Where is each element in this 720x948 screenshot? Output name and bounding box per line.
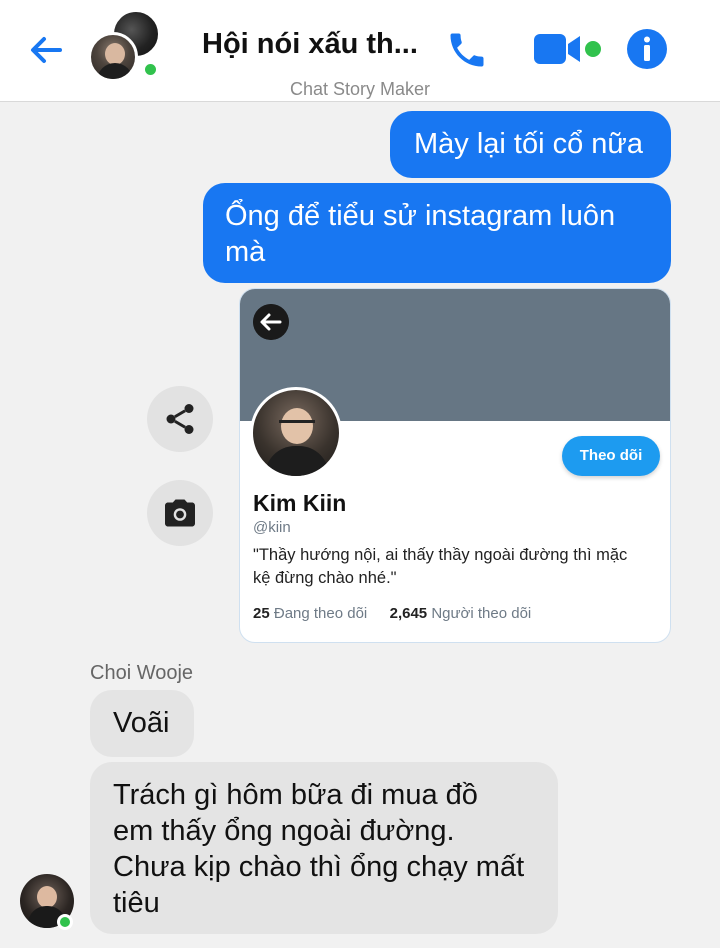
followers-label: Người theo dõi xyxy=(431,605,532,622)
following-count: 25 xyxy=(253,605,270,622)
incoming-message[interactable]: Voãi xyxy=(90,690,194,757)
profile-bio: "Thầy hướng nội, ai thấy thầy ngoài đườn… xyxy=(253,544,663,590)
share-button[interactable] xyxy=(147,386,213,452)
phone-icon[interactable] xyxy=(445,28,489,72)
profile-name: Kim Kiin xyxy=(253,490,347,516)
message-text: Voãi xyxy=(113,707,170,739)
message-text-line: Trách gì hôm bữa đi mua đồ xyxy=(113,779,478,811)
followers-count: 2,645 xyxy=(389,605,428,622)
message-text-line: Ổng để tiểu sử instagram luôn xyxy=(225,200,616,232)
sender-online-dot xyxy=(57,914,73,930)
incoming-message[interactable]: Trách gì hôm bữa đi mua đồ em thấy ổng n… xyxy=(90,762,558,934)
bio-line: "Thầy hướng nội, ai thấy thầy ngoài đườn… xyxy=(253,546,628,564)
group-avatar[interactable] xyxy=(88,10,168,84)
outgoing-message[interactable]: Ổng để tiểu sử instagram luôn mà xyxy=(203,183,671,283)
share-icon xyxy=(166,404,194,434)
card-back-arrow-icon[interactable] xyxy=(253,304,289,340)
video-camera-icon[interactable] xyxy=(532,31,584,67)
sender-name: Choi Wooje xyxy=(90,662,194,684)
profile-stats: 25 Đang theo dõi 2,645 Người theo dõi xyxy=(253,605,531,622)
camera-icon xyxy=(165,499,195,527)
follow-button[interactable]: Theo dõi xyxy=(562,436,660,476)
message-text-line: Chưa kịp chào thì ổng chạy mất xyxy=(113,851,525,883)
watermark-text: Chat Story Maker xyxy=(289,79,431,99)
message-text-line: mà xyxy=(225,236,266,268)
back-arrow-icon[interactable] xyxy=(26,30,66,70)
video-online-dot xyxy=(585,41,601,57)
following-label: Đang theo dõi xyxy=(273,605,368,622)
avatar-primary xyxy=(88,32,138,82)
message-text: Mày lại tối cổ nữa xyxy=(414,128,643,160)
online-status-dot xyxy=(142,61,159,78)
profile-card[interactable]: Theo dõi Kim Kiin @kiin "Thầy hướng nội,… xyxy=(239,288,671,643)
profile-handle: @kiin xyxy=(253,519,291,536)
info-icon[interactable] xyxy=(626,28,668,70)
camera-button[interactable] xyxy=(147,480,213,546)
message-text-line: tiêu xyxy=(113,887,160,919)
chat-title[interactable]: Hội nói xấu th... xyxy=(202,28,418,61)
bio-line: kệ đừng chào nhé." xyxy=(253,569,397,587)
message-text-line: em thấy ổng ngoài đường. xyxy=(113,815,455,847)
profile-avatar xyxy=(250,387,342,479)
chat-header: Hội nói xấu th... Chat Story Maker xyxy=(0,0,720,102)
outgoing-message[interactable]: Mày lại tối cổ nữa xyxy=(390,111,671,178)
